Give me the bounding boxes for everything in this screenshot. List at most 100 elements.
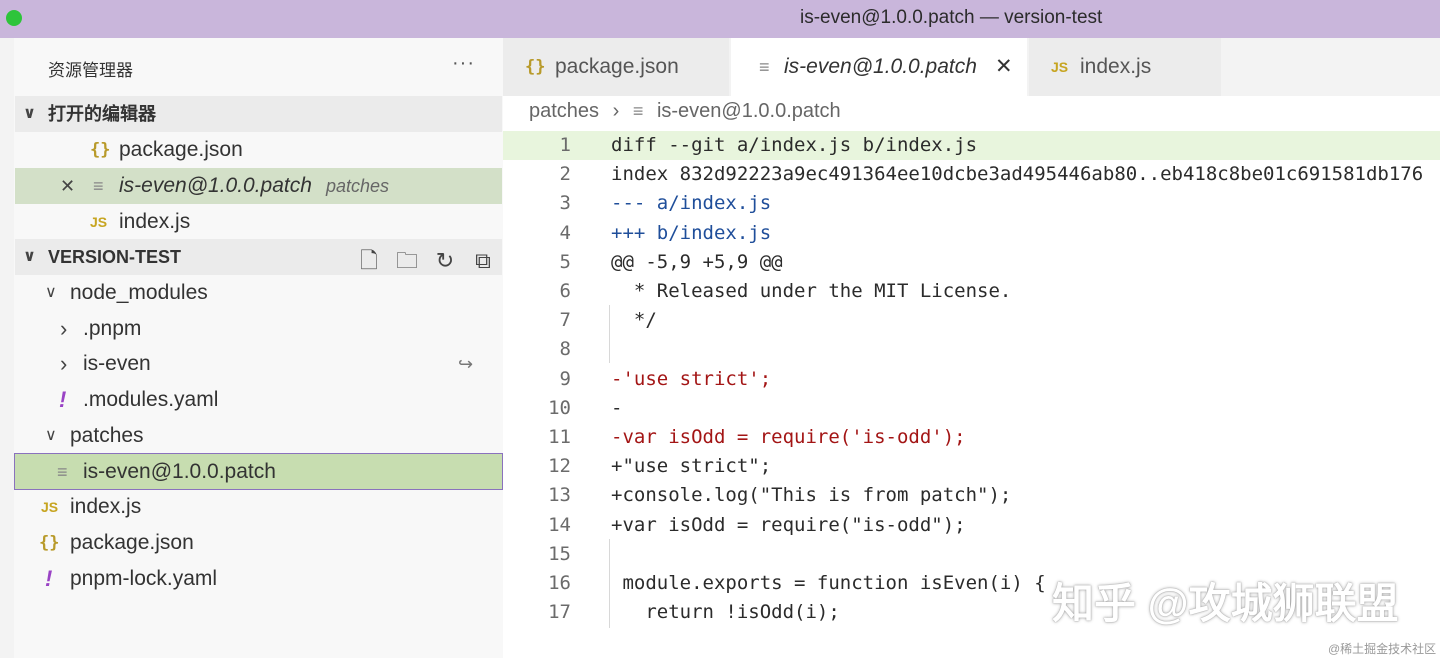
code-line[interactable]: 14 +var isOdd = require("is-odd"); [503, 511, 1440, 540]
tree-item-label: index.js [70, 495, 142, 518]
line-number: 13 [548, 484, 571, 506]
tree-item-pnpm[interactable]: › .pnpm [15, 311, 502, 347]
line-text: +console.log("This is from patch"); [611, 484, 1012, 506]
code-line[interactable]: 5 @@ -5,9 +5,9 @@ [503, 248, 1440, 277]
line-text: -var isOdd = require('is-odd'); [611, 426, 966, 448]
chevron-right-icon: › [60, 316, 68, 341]
activity-strip [0, 38, 14, 658]
code-line[interactable]: 10 - [503, 394, 1440, 423]
open-editors-section[interactable]: ∨ 打开的编辑器 [15, 96, 502, 132]
watermark: 知乎 @攻城狮联盟 [1052, 580, 1399, 627]
line-number: 2 [559, 163, 571, 185]
tab-label: index.js [1080, 55, 1152, 78]
open-editor-label: package.json [119, 138, 243, 161]
editor-tab-bar: {} package.json ≡ is-even@1.0.0.patch ✕ … [503, 38, 1440, 96]
code-line[interactable]: 8 [503, 335, 1440, 364]
json-file-icon: {} [90, 140, 111, 160]
chevron-right-icon: › [612, 100, 620, 122]
tree-item-label: pnpm-lock.yaml [70, 567, 218, 590]
line-number: 14 [548, 514, 571, 536]
patch-file-icon: ≡ [93, 176, 104, 196]
line-number: 1 [559, 134, 571, 156]
breadcrumb-file[interactable]: is-even@1.0.0.patch [657, 100, 841, 122]
js-file-icon: JS [90, 214, 108, 230]
tree-item-label: patches [70, 424, 144, 447]
more-actions-icon[interactable]: ··· [452, 52, 475, 75]
watermark-small: @稀土掘金技术社区 [1328, 642, 1437, 656]
close-icon[interactable]: ✕ [60, 168, 75, 204]
line-number: 11 [548, 426, 571, 448]
chevron-right-icon: › [60, 351, 68, 376]
title-bar: is-even@1.0.0.patch — version-test [0, 0, 1440, 38]
patch-file-icon: ≡ [57, 462, 68, 482]
line-number: 16 [548, 572, 571, 594]
code-line[interactable]: 2 index 832d92223a9ec491364ee10dcbe3ad49… [503, 160, 1440, 189]
patch-file-icon: ≡ [632, 101, 644, 121]
tree-item-node-modules[interactable]: ∨ node_modules [15, 275, 502, 311]
tree-item-is-even[interactable]: › is-even ↪ [15, 346, 502, 382]
open-editor-label: is-even@1.0.0.patch [119, 174, 312, 197]
line-text: diff --git a/index.js b/index.js [611, 134, 978, 156]
tree-item-package-json[interactable]: {} package.json [15, 525, 502, 561]
chevron-down-icon: ∨ [23, 248, 36, 265]
chevron-down-icon: ∨ [45, 284, 57, 301]
tree-item-label: is-even [83, 352, 151, 375]
tree-item-label: node_modules [70, 281, 208, 304]
yaml-file-icon: ! [59, 387, 67, 412]
chevron-down-icon: ∨ [45, 427, 57, 444]
line-number: 17 [548, 601, 571, 623]
line-number: 4 [559, 222, 571, 244]
refresh-icon[interactable]: ↻ [426, 248, 464, 274]
line-text: */ [611, 309, 657, 331]
line-text: --- a/index.js [611, 192, 772, 214]
open-editor-item[interactable]: JS index.js [15, 204, 502, 240]
js-file-icon: JS [41, 499, 59, 515]
tab-label: package.json [555, 55, 679, 78]
code-line[interactable]: 6 * Released under the MIT License. [503, 277, 1440, 306]
code-line[interactable]: 9 -'use strict'; [503, 365, 1440, 394]
tree-item-pnpm-lock[interactable]: ! pnpm-lock.yaml [15, 561, 502, 597]
line-number: 10 [548, 397, 571, 419]
line-number: 3 [559, 192, 571, 214]
breadcrumb-folder[interactable]: patches [529, 100, 599, 122]
tree-item-modules-yaml[interactable]: ! .modules.yaml [15, 382, 502, 418]
code-line[interactable]: 11 -var isOdd = require('is-odd'); [503, 423, 1440, 452]
breadcrumb: patches › ≡ is-even@1.0.0.patch [529, 100, 841, 123]
window-close-button[interactable] [6, 10, 22, 26]
tree-item-label: .modules.yaml [83, 388, 219, 411]
collapse-all-icon[interactable]: ⧉ [464, 248, 502, 274]
explorer-toolbar: 🗋 🗀 ↻ ⧉ [350, 244, 502, 274]
line-number: 8 [559, 338, 571, 360]
line-text: +var isOdd = require("is-odd"); [611, 514, 966, 536]
tab-patch-file[interactable]: ≡ is-even@1.0.0.patch ✕ [731, 38, 1027, 96]
code-line[interactable]: 4 +++ b/index.js [503, 219, 1440, 248]
js-file-icon: JS [1051, 59, 1069, 75]
close-icon[interactable]: ✕ [995, 38, 1013, 96]
json-file-icon: {} [39, 533, 60, 553]
line-text: @@ -5,9 +5,9 @@ [611, 251, 783, 273]
json-file-icon: {} [525, 57, 546, 77]
chevron-down-icon: ∨ [23, 105, 36, 122]
code-line[interactable]: 7 */ [503, 306, 1440, 335]
line-number: 5 [559, 251, 571, 273]
code-line[interactable]: 12 +"use strict"; [503, 452, 1440, 481]
line-text: - [611, 397, 623, 419]
patch-file-icon: ≡ [759, 57, 770, 77]
tree-item-patches[interactable]: ∨ patches [15, 418, 502, 454]
tab-index-js[interactable]: JS index.js [1029, 38, 1221, 96]
tab-package-json[interactable]: {} package.json [503, 38, 729, 96]
tree-item-label: is-even@1.0.0.patch [83, 460, 276, 483]
line-number: 6 [559, 280, 571, 302]
open-editor-item-active[interactable]: ✕ ≡ is-even@1.0.0.patch patches [15, 168, 502, 204]
tree-item-patch-file[interactable]: ≡ is-even@1.0.0.patch [14, 453, 503, 490]
code-line[interactable]: 1 diff --git a/index.js b/index.js [503, 131, 1440, 160]
tab-label: is-even@1.0.0.patch [784, 55, 977, 78]
code-line[interactable]: 13 +console.log("This is from patch"); [503, 481, 1440, 510]
code-line[interactable]: 3 --- a/index.js [503, 189, 1440, 218]
symlink-icon: ↪ [458, 354, 474, 374]
open-editor-label: index.js [119, 210, 191, 233]
open-editor-item[interactable]: {} package.json [15, 132, 502, 168]
line-text: index 832d92223a9ec491364ee10dcbe3ad4954… [611, 163, 1424, 185]
tree-item-index-js[interactable]: JS index.js [15, 489, 502, 525]
code-line[interactable]: 15 [503, 540, 1440, 569]
